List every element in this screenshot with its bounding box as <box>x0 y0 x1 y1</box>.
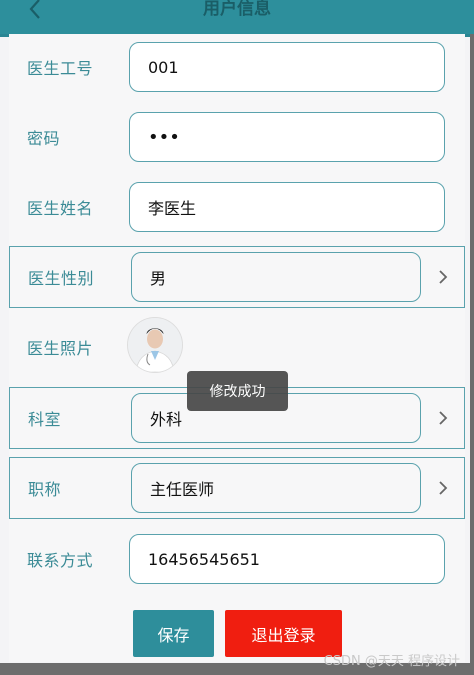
contact-label: 联系方式 <box>27 551 94 570</box>
doctor-id-label: 医生工号 <box>27 59 94 78</box>
chevron-right-icon <box>439 270 448 284</box>
gender-label: 医生性别 <box>28 269 95 288</box>
row-photo: 医生照片 <box>9 316 465 378</box>
save-button[interactable]: 保存 <box>133 610 214 657</box>
row-doctor-name: 医生姓名 李医生 <box>9 176 465 238</box>
app-header: 用户信息 <box>0 0 474 37</box>
department-label: 科室 <box>28 410 62 429</box>
chevron-right-icon <box>439 481 448 495</box>
row-title[interactable]: 职称 主任医师 <box>9 457 465 519</box>
row-doctor-id: 医生工号 001 <box>9 36 465 98</box>
row-contact: 联系方式 16456545651 <box>9 528 465 590</box>
toast-message: 修改成功 <box>187 371 288 411</box>
chevron-right-icon <box>439 411 448 425</box>
gender-select[interactable]: 男 <box>131 252 421 302</box>
row-gender[interactable]: 医生性别 男 <box>9 246 465 308</box>
photo-label: 医生照片 <box>27 339 94 358</box>
row-password: 密码 ••• <box>9 106 465 168</box>
title-label: 职称 <box>28 480 62 499</box>
contact-input[interactable]: 16456545651 <box>129 534 445 584</box>
title-select[interactable]: 主任医师 <box>131 463 421 513</box>
watermark: CSDN @天天 程序设计 <box>323 654 460 669</box>
doctor-name-input[interactable]: 李医生 <box>129 182 445 232</box>
doctor-id-input[interactable]: 001 <box>129 42 445 92</box>
doctor-photo[interactable] <box>128 318 182 372</box>
page-title: 用户信息 <box>203 0 271 19</box>
doctor-name-label: 医生姓名 <box>27 199 94 218</box>
password-label: 密码 <box>27 129 61 148</box>
password-input[interactable]: ••• <box>129 112 445 162</box>
doctor-avatar-image <box>128 318 182 372</box>
window-edge <box>470 34 474 675</box>
